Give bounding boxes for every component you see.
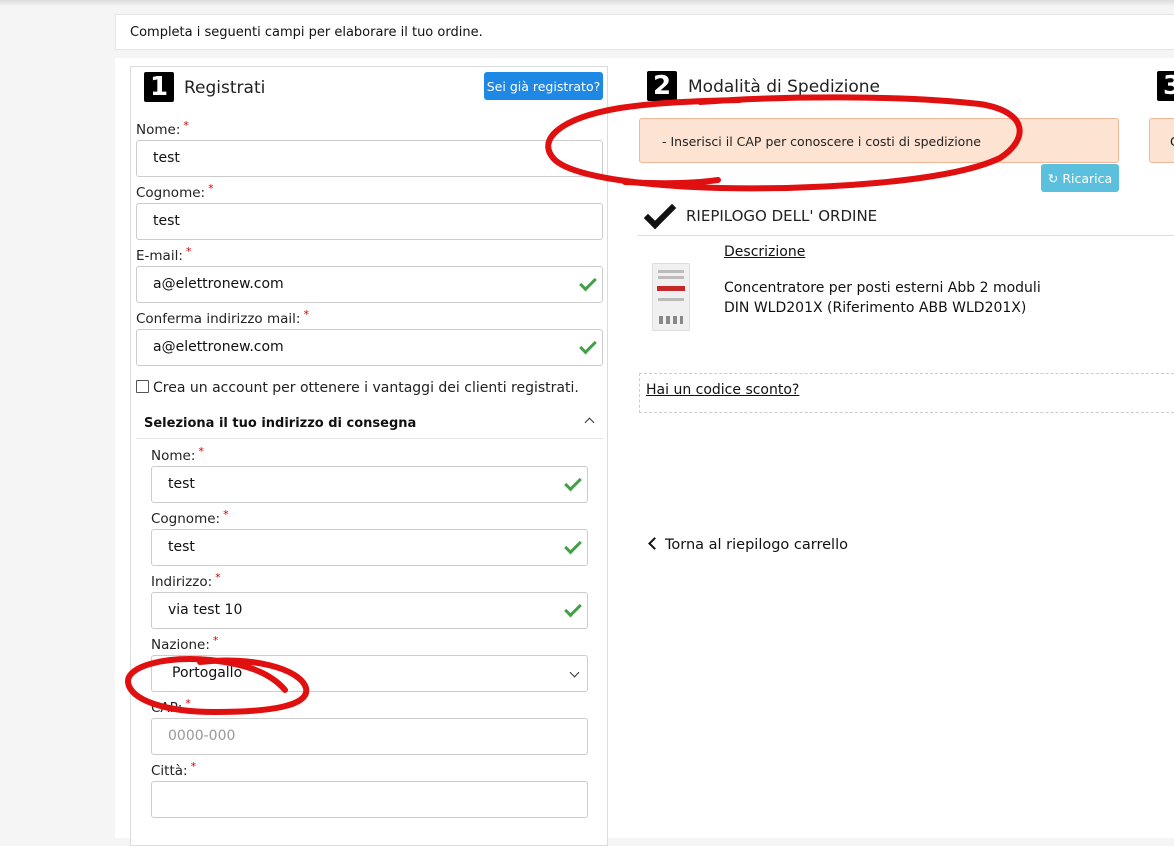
shipping-alert: - Inserisci il CAP per conoscere i costi…	[639, 118, 1119, 163]
step1-title: Registrati	[184, 78, 266, 98]
step2-number: 2	[647, 71, 677, 101]
ship-citta-label: Città: *	[151, 760, 197, 779]
chevron-down-icon	[569, 667, 580, 678]
ship-cap-input[interactable]: 0000-000	[151, 718, 588, 755]
ship-nome-input[interactable]: test	[151, 466, 588, 503]
ship-nome-label: Nome: *	[151, 445, 204, 464]
email-input[interactable]: a@elettronew.com	[136, 266, 603, 303]
order-summary-title: RIEPILOGO DELL' ORDINE	[686, 207, 878, 225]
top-shadow	[0, 0, 1174, 6]
email-confirm-label: Conferma indirizzo mail: *	[136, 308, 309, 327]
product-image	[652, 263, 690, 331]
coupon-box: Hai un codice sconto?	[639, 373, 1174, 413]
email-confirm-input[interactable]: a@elettronew.com	[136, 329, 603, 366]
order-notice: Completa i seguenti campi per elaborare …	[115, 14, 1174, 50]
step2-title: Modalità di Spedizione	[688, 77, 880, 97]
ship-cap-label: CAP: *	[151, 697, 191, 716]
create-account-checkbox[interactable]	[136, 380, 149, 393]
address-section-header[interactable]: Seleziona il tuo indirizzo di consegna	[136, 405, 603, 439]
create-account-label: Crea un account per ottenere i vantaggi …	[153, 380, 579, 396]
ship-nazione-select[interactable]: Portogallo	[151, 655, 588, 692]
valid-check-icon	[564, 536, 582, 555]
valid-check-icon	[579, 273, 597, 292]
ship-cognome-input[interactable]: test	[151, 529, 588, 566]
address-section-title: Seleziona il tuo indirizzo di consegna	[144, 416, 417, 431]
valid-check-icon	[564, 599, 582, 618]
coupon-link[interactable]: Hai un codice sconto?	[646, 382, 799, 398]
back-to-cart-link[interactable]: Torna al riepilogo carrello	[648, 537, 848, 553]
step3-number: 3	[1157, 71, 1174, 101]
nome-label: Nome: *	[136, 119, 189, 138]
description-header: Descrizione	[724, 244, 806, 260]
email-label: E-mail: *	[136, 245, 192, 264]
refresh-icon: ↻	[1047, 170, 1059, 186]
cognome-input[interactable]: test	[136, 203, 603, 240]
ship-indirizzo-input[interactable]: via test 10	[151, 592, 588, 629]
valid-check-icon	[564, 473, 582, 492]
step3-alert: C	[1149, 118, 1174, 163]
chevron-up-icon[interactable]	[584, 417, 595, 428]
cognome-label: Cognome: *	[136, 182, 214, 201]
product-name: Concentratore per posti esterni Abb 2 mo…	[724, 280, 1041, 316]
ship-cognome-label: Cognome: *	[151, 508, 229, 527]
already-registered-button[interactable]: Sei già registrato?	[484, 72, 603, 100]
ship-nazione-label: Nazione: *	[151, 634, 219, 653]
order-notice-text: Completa i seguenti campi per elaborare …	[130, 25, 483, 40]
reload-button[interactable]: ↻ Ricarica	[1041, 164, 1119, 192]
divider	[638, 235, 1174, 236]
create-account-row[interactable]: Crea un account per ottenere i vantaggi …	[136, 380, 579, 396]
nome-input[interactable]: test	[136, 140, 603, 177]
chevron-left-icon	[648, 537, 661, 550]
valid-check-icon	[579, 336, 597, 355]
ship-citta-input[interactable]	[151, 781, 588, 818]
step1-number: 1	[144, 72, 174, 102]
coupon-border	[639, 373, 640, 413]
ship-indirizzo-label: Indirizzo: *	[151, 571, 221, 590]
